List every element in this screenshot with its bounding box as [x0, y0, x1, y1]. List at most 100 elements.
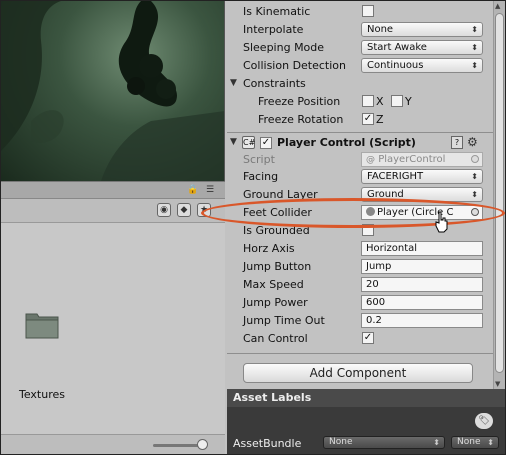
object-picker-icon[interactable]: [471, 208, 479, 216]
collision-detection-dropdown[interactable]: Continuous ⬍: [361, 58, 483, 73]
freeze-position-row: Freeze Position X Y: [227, 93, 493, 111]
facing-row: Facing FACERIGHT ⬍: [227, 168, 493, 186]
player-control-header[interactable]: ▼ C# ✓ Player Control (Script) ? ⚙: [227, 132, 493, 152]
asset-labels-area: 🏷 AssetBundle None ⬍ None ⬍: [227, 407, 505, 454]
component-enabled-checkbox[interactable]: ✓: [260, 137, 272, 149]
can-control-label: Can Control: [243, 332, 308, 345]
constraints-row[interactable]: ▼ Constraints: [227, 75, 493, 93]
ground-layer-row: Ground Layer Ground ⬍: [227, 186, 493, 204]
editor-window: 🔒 ☰ ◉ ◆ ★ Textures Is Kinematic Interpol…: [0, 0, 506, 455]
add-component-button[interactable]: Add Component: [243, 363, 473, 383]
jump-power-input[interactable]: 600: [361, 295, 483, 310]
freeze-rotation-label: Freeze Rotation: [258, 113, 344, 126]
is-grounded-row: Is Grounded: [227, 222, 493, 240]
sleeping-mode-label: Sleeping Mode: [243, 41, 325, 54]
facing-value: FACERIGHT: [367, 171, 424, 182]
max-speed-input[interactable]: 20: [361, 277, 483, 292]
chevron-down-icon: ⬍: [433, 438, 440, 447]
freeze-position-x-checkbox[interactable]: [362, 95, 374, 107]
is-grounded-label: Is Grounded: [243, 224, 310, 237]
icon-size-slider-handle[interactable]: [197, 439, 208, 450]
object-picker-icon: [471, 155, 479, 163]
script-object-field: @ PlayerControl: [361, 152, 483, 167]
is-kinematic-checkbox[interactable]: [362, 5, 374, 17]
interpolate-label: Interpolate: [243, 23, 304, 36]
foldout-arrow-icon[interactable]: ▼: [230, 78, 237, 88]
jump-button-input[interactable]: Jump: [361, 259, 483, 274]
jump-button-row: Jump Button Jump: [227, 258, 493, 276]
freeze-rotation-z-label: Z: [376, 113, 384, 126]
ground-layer-label: Ground Layer: [243, 188, 318, 201]
jump-time-out-row: Jump Time Out 0.2: [227, 312, 493, 330]
feet-collider-object-field[interactable]: Player (Circle C: [361, 205, 483, 220]
gear-icon[interactable]: ⚙: [467, 135, 478, 149]
folder-label[interactable]: Textures: [19, 388, 65, 401]
facing-label: Facing: [243, 170, 279, 183]
freeze-position-x-label: X: [376, 95, 384, 108]
interpolate-dropdown[interactable]: None ⬍: [361, 22, 483, 37]
help-book-icon[interactable]: ?: [451, 136, 463, 149]
sleeping-mode-value: Start Awake: [367, 42, 427, 53]
freeze-rotation-row: Freeze Rotation ✓ Z: [227, 111, 493, 129]
scroll-up-icon[interactable]: ▲: [495, 2, 500, 10]
freeze-rotation-z-checkbox[interactable]: ✓: [362, 113, 374, 125]
script-label: Script: [243, 153, 275, 166]
freeze-position-y-checkbox[interactable]: [391, 95, 403, 107]
project-panel: 🔒 ☰ ◉ ◆ ★ Textures: [1, 181, 225, 454]
hand-pointer-icon: [435, 211, 448, 233]
sleeping-mode-dropdown[interactable]: Start Awake ⬍: [361, 40, 483, 55]
project-footer: [1, 434, 225, 454]
can-control-row: Can Control ✓: [227, 330, 493, 348]
is-kinematic-label: Is Kinematic: [243, 5, 311, 18]
asset-variant-dropdown[interactable]: None ⬍: [451, 436, 499, 449]
project-toolbar: ◉ ◆ ★: [1, 199, 225, 223]
scene-view[interactable]: [1, 1, 225, 181]
jump-time-out-input[interactable]: 0.2: [361, 313, 483, 328]
collision-detection-row: Collision Detection Continuous ⬍: [227, 57, 493, 75]
jump-time-out-label: Jump Time Out: [243, 314, 325, 327]
lock-icon[interactable]: 🔒: [187, 184, 199, 196]
collision-detection-label: Collision Detection: [243, 59, 347, 72]
foldout-arrow-icon[interactable]: ▼: [230, 137, 237, 147]
is-grounded-checkbox[interactable]: [362, 224, 374, 236]
collision-detection-value: Continuous: [367, 60, 424, 71]
circle-collider-icon: [366, 207, 375, 216]
script-file-icon: C#: [242, 136, 256, 149]
facing-dropdown[interactable]: FACERIGHT ⬍: [361, 169, 483, 184]
chevron-down-icon: ⬍: [487, 438, 494, 447]
scene-foliage: [1, 1, 224, 181]
label-filter-icon[interactable]: ◆: [177, 203, 191, 217]
interpolate-row: Interpolate None ⬍: [227, 21, 493, 39]
asset-labels-header[interactable]: Asset Labels: [227, 389, 505, 407]
ground-layer-value: Ground: [367, 189, 404, 200]
is-kinematic-row: Is Kinematic: [227, 3, 493, 21]
freeze-position-label: Freeze Position: [258, 95, 341, 108]
chevron-down-icon: ⬍: [471, 190, 478, 199]
sleeping-mode-row: Sleeping Mode Start Awake ⬍: [227, 39, 493, 57]
chevron-down-icon: ⬍: [471, 61, 478, 70]
constraints-label: Constraints: [243, 77, 306, 90]
scroll-down-icon[interactable]: ▼: [495, 380, 500, 388]
folder-icon[interactable]: [25, 311, 59, 339]
script-value: PlayerControl: [378, 154, 446, 165]
inspector-scrollbar[interactable]: ▲ ▼: [493, 1, 505, 389]
inspector-panel: Is Kinematic Interpolate None ⬍ Sleeping…: [227, 1, 493, 389]
panel-menu-icon[interactable]: ☰: [204, 184, 216, 196]
horz-axis-row: Horz Axis Horizontal: [227, 240, 493, 258]
project-asset-grid: Textures: [1, 223, 225, 433]
ground-layer-dropdown[interactable]: Ground ⬍: [361, 187, 483, 202]
horz-axis-label: Horz Axis: [243, 242, 295, 255]
scrollbar-thumb[interactable]: [495, 13, 504, 373]
max-speed-row: Max Speed 20: [227, 276, 493, 294]
search-by-type-icon[interactable]: ◉: [157, 203, 171, 217]
asset-bundle-label: AssetBundle: [233, 437, 302, 450]
horz-axis-input[interactable]: Horizontal: [361, 241, 483, 256]
can-control-checkbox[interactable]: ✓: [362, 332, 374, 344]
script-small-icon: @: [366, 155, 375, 165]
feet-collider-label: Feet Collider: [243, 206, 312, 219]
favorite-star-icon[interactable]: ★: [197, 203, 211, 217]
asset-bundle-dropdown[interactable]: None ⬍: [323, 436, 445, 449]
chevron-down-icon: ⬍: [471, 43, 478, 52]
chevron-down-icon: ⬍: [471, 172, 478, 181]
tag-icon[interactable]: 🏷: [475, 413, 493, 429]
